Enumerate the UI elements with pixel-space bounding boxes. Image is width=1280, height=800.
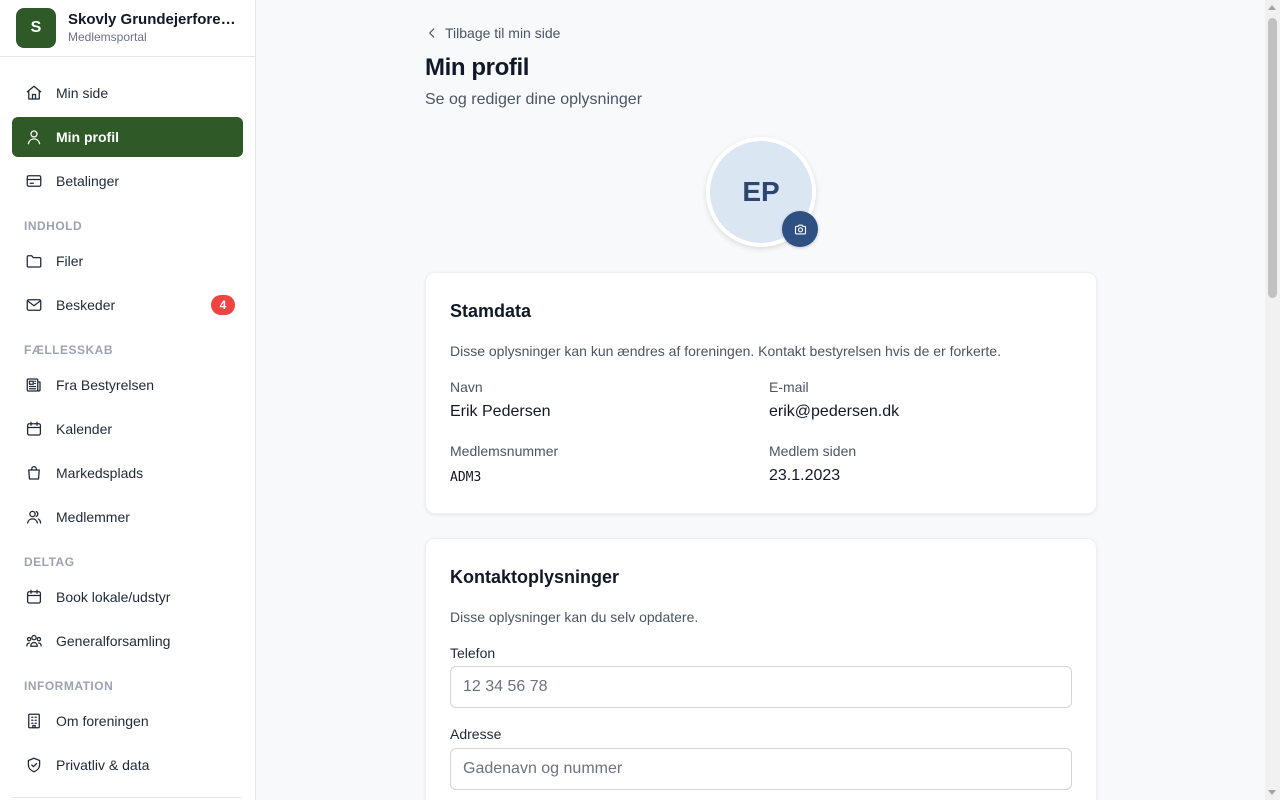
sidebar-item-privatliv[interactable]: Privatliv & data [12,745,243,785]
name-label: Navn [450,379,483,395]
shield-icon [24,755,44,775]
email-value: erik@pedersen.dk [769,403,900,420]
member-number-value: ADM3 [450,470,482,485]
sidebar-item-label: Om foreningen [56,713,149,729]
email-label: E-mail [769,379,809,395]
nav-section-title: FÆLLESSKAB [24,343,113,357]
phone-label: Telefon [450,645,496,661]
card-title: Stamdata [450,301,532,321]
avatar-container: EP [706,137,818,247]
phone-input[interactable] [450,666,1072,708]
sidebar-item-beskeder[interactable]: Beskeder 4 [12,285,243,325]
newspaper-icon [24,375,44,395]
sidebar-item-book-lokale[interactable]: Book lokale/udstyr [12,577,243,617]
sidebar-item-label: Min side [56,85,109,101]
change-photo-button[interactable] [782,211,818,247]
group-icon [24,631,44,651]
users-icon [24,507,44,527]
brand-header[interactable]: S Skovly Grundejerforening Medlemsportal [0,0,255,57]
scroll-thumb[interactable] [1268,18,1277,298]
sidebar-divider [12,797,241,798]
page-title: Min profil [425,54,529,81]
sidebar-item-label: Generalforsamling [56,633,171,649]
folder-icon [24,251,44,271]
sidebar-item-label: Filer [56,253,84,269]
nav-section-title: DELTAG [24,555,75,569]
brand-logo: S [16,8,56,48]
scroll-up-arrow[interactable] [1268,5,1276,10]
member-since-value: 23.1.2023 [769,467,841,484]
calendar-icon [24,419,44,439]
sidebar-item-label: Markedsplads [56,465,144,481]
unread-count-badge: 4 [211,295,235,315]
sidebar-item-betalinger[interactable]: Betalinger [12,161,243,201]
sidebar-item-label: Privatliv & data [56,757,150,773]
sidebar-item-generalforsamling[interactable]: Generalforsamling [12,621,243,661]
sidebar-item-min-profil[interactable]: Min profil [12,117,243,157]
sidebar-item-label: Book lokale/udstyr [56,589,171,605]
nav-section-title: INDHOLD [24,219,83,233]
building-icon [24,711,44,731]
kontakt-card: Kontaktoplysninger Disse oplysninger kan… [425,538,1097,800]
card-title: Kontaktoplysninger [450,567,620,587]
back-link-label: Tilbage til min side [445,25,561,41]
scroll-down-arrow[interactable] [1268,790,1276,795]
sidebar-item-markedsplads[interactable]: Markedsplads [12,453,243,493]
shopping-bag-icon [24,463,44,483]
card-description: Disse oplysninger kan kun ændres af fore… [450,343,1001,359]
back-link[interactable]: Tilbage til min side [425,25,560,41]
sidebar-item-medlemmer[interactable]: Medlemmer [12,497,243,537]
sidebar-item-label: Betalinger [56,173,120,189]
brand-name: Skovly Grundejerforening [68,11,244,28]
sidebar-item-filer[interactable]: Filer [12,241,243,281]
user-icon [24,127,44,147]
address-input[interactable] [450,748,1072,790]
member-since-label: Medlem siden [769,443,857,459]
camera-icon [794,224,806,234]
chevron-left-icon [429,28,435,38]
sidebar-item-label: Kalender [56,421,113,437]
home-icon [24,83,44,103]
sidebar-item-label: Medlemmer [56,509,130,525]
calendar-icon [24,587,44,607]
sidebar-item-label: Fra Bestyrelsen [56,377,155,393]
sidebar-item-min-side[interactable]: Min side [12,73,243,113]
brand-subtitle: Medlemsportal [68,30,147,44]
sidebar-item-label: Min profil [56,129,119,145]
name-value: Erik Pedersen [450,403,551,420]
page-scrollbar[interactable] [1265,0,1280,800]
sidebar-item-fra-bestyrelsen[interactable]: Fra Bestyrelsen [12,365,243,405]
sidebar: S Skovly Grundejerforening Medlemsportal… [0,0,256,800]
card-description: Disse oplysninger kan du selv opdatere. [450,609,699,625]
address-label: Adresse [450,726,502,742]
credit-card-icon [24,171,44,191]
sidebar-item-kalender[interactable]: Kalender [12,409,243,449]
stamdata-card: Stamdata Disse oplysninger kan kun ændre… [425,272,1097,514]
sidebar-nav: Min side Min profil Betalinger INDHOLD F… [0,57,255,785]
sidebar-item-label: Beskeder [56,297,116,313]
member-number-label: Medlemsnummer [450,443,559,459]
sidebar-item-om-foreningen[interactable]: Om foreningen [12,701,243,741]
nav-section-title: INFORMATION [24,679,114,693]
mail-icon [24,295,44,315]
page-subtitle: Se og rediger dine oplysninger [425,91,643,108]
